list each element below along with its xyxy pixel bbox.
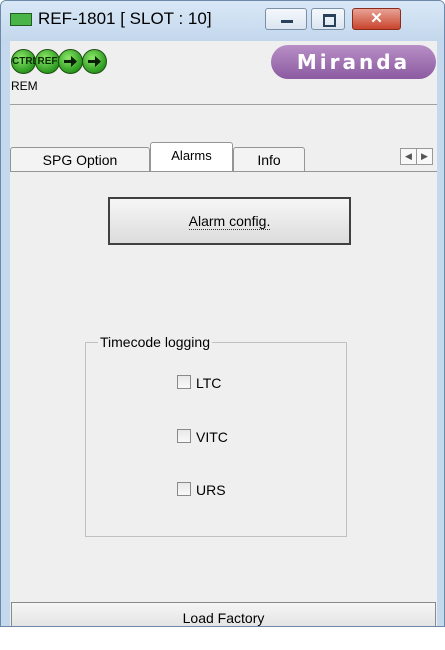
alarm-config-button[interactable]: Alarm config. xyxy=(108,197,351,245)
minimize-button[interactable] xyxy=(265,8,307,30)
vitc-checkbox[interactable] xyxy=(177,429,191,443)
maximize-icon xyxy=(323,14,336,27)
tab-bar: SPG Option Alarms Info ◀ ▶ xyxy=(10,138,437,172)
close-button[interactable]: ✕ xyxy=(352,8,401,30)
timecode-logging-group: Timecode logging LTC VITC URS xyxy=(85,334,347,537)
footer-bar: Load Factory xyxy=(10,591,437,626)
status-bar: CTRL REF REM Miranda xyxy=(10,41,437,105)
vitc-label: VITC xyxy=(196,429,228,445)
tab-spg-option[interactable]: SPG Option xyxy=(10,147,150,172)
window-title: REF-1801 [ SLOT : 10] xyxy=(38,9,212,28)
ltc-label: LTC xyxy=(196,375,222,391)
arrow-right-icon xyxy=(64,56,77,67)
load-factory-button[interactable]: Load Factory xyxy=(11,602,436,626)
urs-checkbox[interactable] xyxy=(177,482,191,496)
arrow-status-icon[interactable] xyxy=(58,49,83,74)
arrow-status-icon[interactable] xyxy=(82,49,107,74)
arrow-right-icon xyxy=(88,56,101,67)
close-icon: ✕ xyxy=(370,10,383,27)
alarms-panel: Alarm config. Timecode logging LTC VITC … xyxy=(10,171,437,592)
app-window: REF-1801 [ SLOT : 10] ✕ CTRL REF REM Mir… xyxy=(0,0,445,627)
tab-alarms[interactable]: Alarms xyxy=(150,142,233,172)
group-title: Timecode logging xyxy=(98,334,212,350)
client-area: CTRL REF REM Miranda SPG Option Alarms I… xyxy=(10,41,437,626)
tab-info[interactable]: Info xyxy=(233,147,305,172)
title-bar[interactable]: REF-1801 [ SLOT : 10] ✕ xyxy=(1,1,444,41)
tab-scroll-left-button[interactable]: ◀ xyxy=(400,148,417,165)
app-icon xyxy=(10,13,32,26)
remote-label: REM xyxy=(11,79,38,93)
urs-label: URS xyxy=(196,482,226,498)
ltc-checkbox[interactable] xyxy=(177,375,191,389)
maximize-button[interactable] xyxy=(311,8,345,30)
alarm-config-label: Alarm config. xyxy=(188,213,271,230)
ctrl-status-icon[interactable]: CTRL xyxy=(11,49,39,74)
minimize-icon xyxy=(281,20,293,23)
miranda-logo: Miranda xyxy=(271,45,436,79)
tab-scroll-right-button[interactable]: ▶ xyxy=(416,148,433,165)
ref-status-icon[interactable]: REF xyxy=(35,49,60,74)
